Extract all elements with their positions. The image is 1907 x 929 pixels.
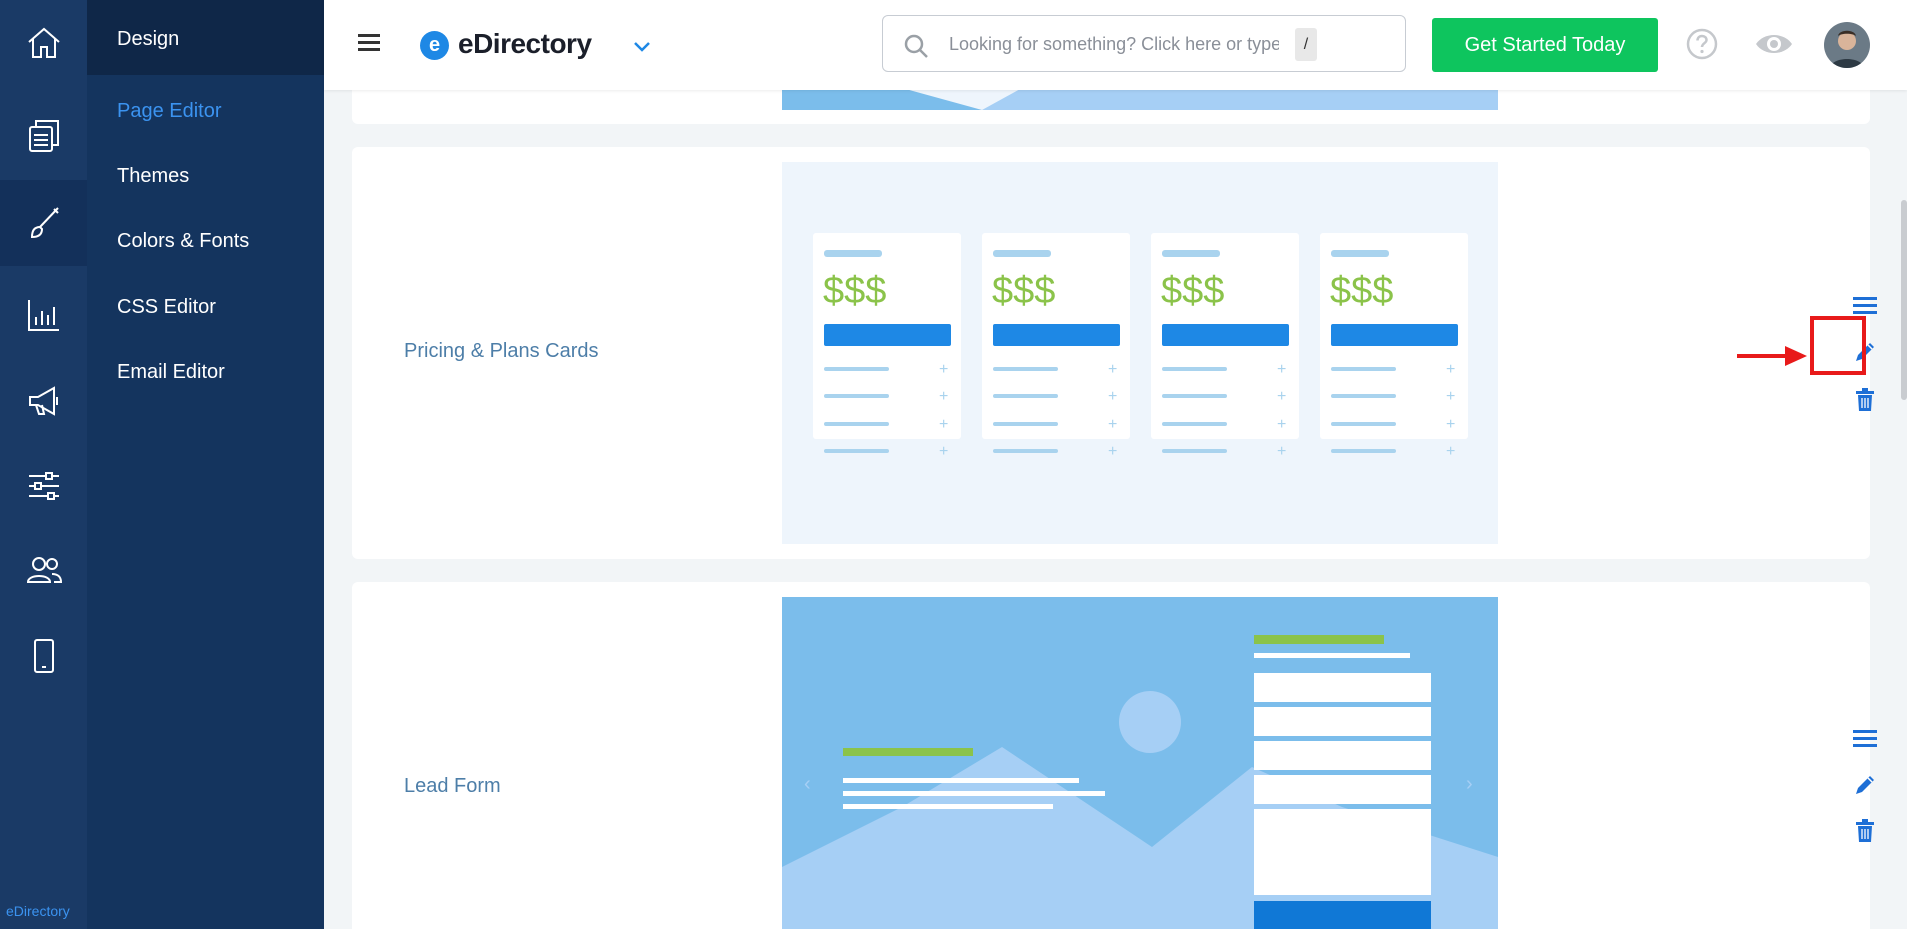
delete-button[interactable] [1850,385,1880,415]
svg-text:+: + [1446,361,1455,378]
carousel-prev-icon: ‹ [804,773,811,795]
section-label-pricing: Pricing & Plans Cards [404,340,599,362]
search-icon [904,34,928,58]
submenu-title: Design [87,0,324,75]
rail-brand-label: eDirectory [6,903,70,919]
svg-text:+: + [939,388,948,405]
svg-text:+: + [1277,416,1286,433]
top-header: e eDirectory / Get Started Today [324,0,1907,90]
chart-icon [27,300,59,331]
user-avatar[interactable] [1824,22,1870,68]
svg-text:+: + [1446,388,1455,405]
price-text: $$$ [1161,270,1224,312]
svg-text:+: + [1108,416,1117,433]
users-icon [26,557,62,583]
svg-text:+: + [1108,388,1117,405]
icon-rail: eDirectory [0,0,87,929]
svg-text:+: + [1277,388,1286,405]
section-preview-lead-form: ‹ › [782,597,1498,929]
eye-icon[interactable] [1754,30,1794,58]
rail-pages[interactable] [0,92,87,178]
price-text: $$$ [992,270,1055,312]
home-icon [27,27,60,58]
menu-toggle-button[interactable] [358,34,380,52]
rail-reports[interactable] [0,272,87,358]
carousel-next-icon: › [1466,773,1473,795]
svg-text:+: + [1108,361,1117,378]
get-started-button[interactable]: Get Started Today [1432,18,1658,72]
pricing-preview-illustration: $$$ + + + + $$$ + + + + $$$ + + + + $$$ … [782,162,1498,544]
sliders-icon [28,472,59,500]
svg-text:+: + [1277,361,1286,378]
lead-form-preview-illustration: ‹ › [782,597,1498,929]
mobile-icon [33,639,54,673]
rail-promote[interactable] [0,358,87,444]
svg-text:+: + [1446,416,1455,433]
pages-icon [28,120,59,152]
logo-mark: e [420,31,449,60]
rail-design[interactable] [0,180,87,266]
svg-text:+: + [1446,443,1455,460]
svg-text:+: + [939,416,948,433]
edit-button[interactable] [1850,770,1880,800]
pencil-icon [1856,776,1874,794]
section-label-lead-form: Lead Form [404,775,501,797]
brush-icon [30,207,59,239]
megaphone-icon [28,386,58,416]
rail-mobile[interactable] [0,613,87,699]
logo-text: eDirectory [458,28,592,59]
svg-text:+: + [1108,443,1117,460]
price-text: $$$ [1330,270,1393,312]
price-text: $$$ [823,270,886,312]
submenu-item-page-editor[interactable]: Page Editor [117,100,222,123]
chevron-down-icon[interactable] [632,36,652,56]
delete-button[interactable] [1850,816,1880,846]
submenu-item-email-editor[interactable]: Email Editor [117,361,225,384]
svg-text:+: + [1277,443,1286,460]
submenu-item-themes[interactable]: Themes [117,165,189,188]
svg-text:+: + [939,443,948,460]
section-preview-pricing: $$$ + + + + $$$ + + + + $$$ + + + + $$$ … [782,162,1498,544]
section-card-lead-form: Lead Form ‹ › [352,582,1877,929]
rail-settings[interactable] [0,443,87,529]
trash-icon [1856,819,1874,842]
section-card-pricing: Pricing & Plans Cards $$$ + + + + $$$ + … [352,147,1877,559]
arrow-annotation-icon [1737,346,1807,366]
trash-icon [1856,388,1874,411]
main-content: Pricing & Plans Cards $$$ + + + + $$$ + … [324,0,1907,929]
help-icon[interactable] [1686,28,1718,60]
svg-text:+: + [939,361,948,378]
search-input[interactable] [949,30,1279,58]
design-submenu: Design Page Editor Themes Colors & Fonts… [87,0,324,929]
hamburger-icon [1853,730,1877,747]
submenu-item-colors-fonts[interactable]: Colors & Fonts [117,230,249,253]
highlight-box-annotation [1810,316,1866,375]
scrollbar[interactable] [1901,200,1907,400]
rail-home[interactable] [0,0,87,86]
submenu-item-css-editor[interactable]: CSS Editor [117,296,216,319]
search-bar[interactable]: / [882,15,1406,72]
rail-users[interactable] [0,527,87,613]
search-shortcut-key: / [1295,28,1317,61]
reorder-button[interactable] [1850,724,1880,754]
